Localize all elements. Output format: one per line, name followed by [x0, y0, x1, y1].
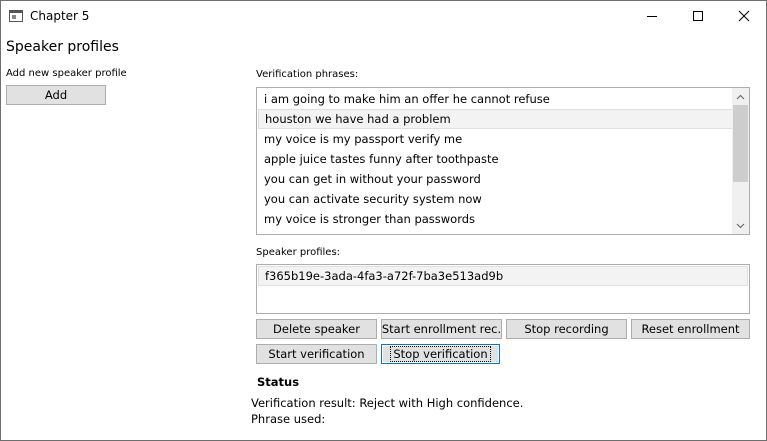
phrase-list-item[interactable]: houston we have had a problem [258, 109, 733, 129]
phrases-listbox[interactable]: i am going to make him an offer he canno… [256, 87, 750, 235]
phrase-list-item[interactable]: you can activate security system now [258, 189, 733, 209]
add-button-label: Add [44, 88, 68, 102]
phrase-list-item[interactable]: i am going to make him an offer he canno… [258, 89, 733, 109]
app-window: Chapter 5 Speaker profiles Add new speak… [0, 0, 767, 441]
scroll-down-button[interactable] [732, 217, 749, 234]
app-window-icon [9, 10, 23, 22]
delete-speaker-label: Delete speaker [273, 322, 360, 336]
close-icon [738, 10, 750, 22]
profile-list-item[interactable]: f365b19e-3ada-4fa3-a72f-7ba3e513ad9b [258, 266, 748, 286]
phrase-list-item[interactable]: you can get in without your password [258, 169, 733, 189]
add-button[interactable]: Add [6, 85, 106, 105]
start-enrollment-button[interactable]: Start enrollment rec. [381, 319, 502, 339]
stop-recording-label: Stop recording [524, 322, 609, 336]
phrase-list-item[interactable]: my voice is my passport verify me [258, 129, 733, 149]
phrases-label: Verification phrases: [256, 69, 359, 80]
close-button[interactable] [721, 1, 766, 31]
phrases-scrollbar[interactable] [732, 88, 749, 234]
maximize-icon [693, 11, 703, 21]
status-heading: Status [257, 375, 300, 389]
start-verification-button[interactable]: Start verification [256, 344, 377, 364]
verification-result-text: Verification result: Reject with High co… [251, 396, 524, 410]
minimize-icon [647, 16, 657, 17]
reset-enrollment-label: Reset enrollment [641, 322, 740, 336]
phrase-used-text: Phrase used: [251, 412, 326, 426]
stop-recording-button[interactable]: Stop recording [506, 319, 627, 339]
add-profile-label: Add new speaker profile [6, 68, 127, 79]
page-title: Speaker profiles [6, 39, 119, 55]
start-enrollment-label: Start enrollment rec. [381, 322, 502, 336]
chevron-up-icon [736, 94, 745, 99]
window-title: Chapter 5 [30, 9, 90, 23]
phrase-list-item[interactable]: apple juice tastes funny after toothpast… [258, 149, 733, 169]
reset-enrollment-button[interactable]: Reset enrollment [631, 319, 750, 339]
delete-speaker-button[interactable]: Delete speaker [256, 319, 377, 339]
stop-verification-label: Stop verification [390, 346, 491, 362]
phrase-list-item[interactable]: my voice is stronger than passwords [258, 209, 733, 229]
title-bar[interactable]: Chapter 5 [1, 1, 766, 31]
stop-verification-button[interactable]: Stop verification [381, 344, 500, 364]
scroll-up-button[interactable] [732, 88, 749, 105]
maximize-button[interactable] [675, 1, 721, 31]
scroll-thumb[interactable] [733, 105, 748, 182]
start-verification-label: Start verification [268, 347, 365, 361]
profiles-label: Speaker profiles: [256, 247, 341, 258]
chevron-down-icon [736, 223, 745, 228]
profiles-listbox[interactable]: f365b19e-3ada-4fa3-a72f-7ba3e513ad9b [256, 264, 750, 314]
minimize-button[interactable] [629, 1, 675, 31]
